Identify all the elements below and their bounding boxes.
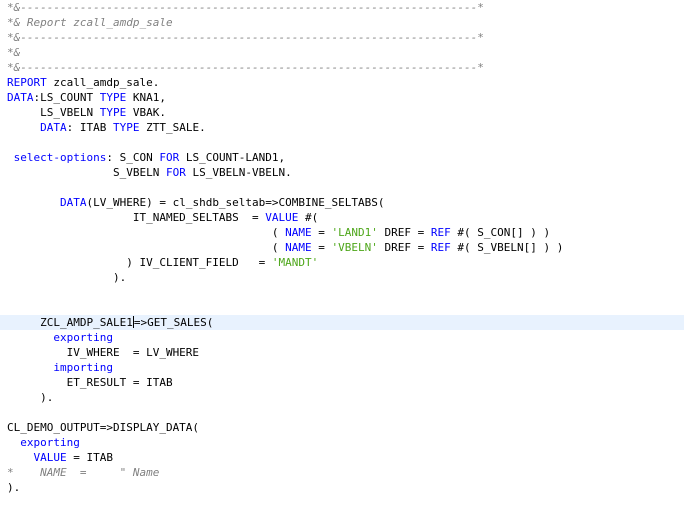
code-text: #( S_CON[] ) ) [450, 226, 551, 239]
comment: *& [7, 46, 21, 59]
keyword: FOR [159, 151, 180, 164]
code-text: ). [7, 481, 21, 494]
code-line[interactable]: ). [7, 270, 126, 285]
code-line[interactable]: *&--------------------------------------… [7, 30, 484, 45]
code-line[interactable]: REPORT zcall_amdp_sale. [7, 75, 159, 90]
string-literal: 'MANDT' [271, 256, 319, 269]
code-line[interactable]: ) IV_CLIENT_FIELD = 'MANDT' [7, 255, 318, 270]
keyword: exporting [20, 436, 80, 449]
keyword: VALUE [33, 451, 67, 464]
code-text: KNA1, [126, 91, 166, 104]
code-line[interactable]: ). [7, 480, 20, 495]
code-editor[interactable]: *&--------------------------------------… [0, 0, 684, 509]
comment: *& Report zcall_amdp_sale [7, 16, 173, 29]
code-text: (LV_WHERE) = cl_shdb_seltab=>COMBINE_SEL… [86, 196, 385, 209]
keyword: NAME [285, 241, 312, 254]
code-line[interactable]: VALUE = ITAB [7, 450, 113, 465]
keyword: exporting [53, 331, 113, 344]
code-line[interactable]: ET_RESULT = ITAB [7, 375, 173, 390]
keyword: select-options [13, 151, 107, 164]
code-text: zcall_amdp_sale. [46, 76, 160, 89]
code-text: : ITAB [66, 121, 113, 134]
comment: * NAME = " Name [7, 466, 160, 479]
code-line[interactable]: exporting [7, 330, 113, 345]
code-line[interactable]: DATA: ITAB TYPE ZTT_SALE. [7, 120, 206, 135]
code-line[interactable]: S_VBELN FOR LS_VBELN-VBELN. [7, 165, 292, 180]
keyword: importing [53, 361, 113, 374]
code-line[interactable]: exporting [7, 435, 80, 450]
code-text: LS_VBELN-VBELN. [185, 166, 292, 179]
code-line[interactable]: ( NAME = 'LAND1' DREF = REF #( S_CON[] )… [7, 225, 550, 240]
code-line[interactable]: IT_NAMED_SELTABS = VALUE #( [7, 210, 318, 225]
code-line[interactable]: * NAME = " Name [7, 465, 159, 480]
code-text: VBAK. [126, 106, 166, 119]
comment: *&--------------------------------------… [7, 31, 484, 44]
code-text: = [311, 241, 332, 254]
code-text: CL_DEMO_OUTPUT=>DISPLAY_DATA( [7, 421, 200, 434]
code-line[interactable]: *& Report zcall_amdp_sale [7, 15, 173, 30]
code-line[interactable]: DATA(LV_WHERE) = cl_shdb_seltab=>COMBINE… [7, 195, 385, 210]
string-literal: 'LAND1' [331, 226, 378, 239]
code-line[interactable]: IV_WHERE = LV_WHERE [7, 345, 199, 360]
code-text: ( [7, 226, 286, 239]
code-line[interactable]: *&--------------------------------------… [7, 0, 484, 15]
keyword: FOR [165, 166, 186, 179]
code-text: #( [298, 211, 319, 224]
code-line[interactable]: *& [7, 45, 20, 60]
keyword: VALUE [265, 211, 299, 224]
code-text: ). [7, 391, 54, 404]
comment: *&--------------------------------------… [7, 1, 484, 14]
code-text: ) IV_CLIENT_FIELD = [7, 256, 272, 269]
code-text: IT_NAMED_SELTABS = [7, 211, 266, 224]
code-text: : S_CON [106, 151, 160, 164]
code-line[interactable]: ). [7, 390, 53, 405]
code-line[interactable]: select-options: S_CON FOR LS_COUNT-LAND1… [7, 150, 286, 165]
code-line[interactable]: importing [7, 360, 113, 375]
string-literal: 'VBELN' [331, 241, 378, 254]
code-text: LS_VBELN [7, 106, 100, 119]
code-line[interactable]: LS_VBELN TYPE VBAK. [7, 105, 166, 120]
code-text: =>GET_SALES( [133, 316, 214, 329]
keyword: DATA [40, 121, 67, 134]
keyword: REF [430, 241, 451, 254]
code-text: DREF = [377, 226, 431, 239]
code-line[interactable]: ( NAME = 'VBELN' DREF = REF #( S_VBELN[]… [7, 240, 563, 255]
code-text: ZCL_AMDP_SALE1 [7, 316, 133, 329]
code-text: LS_COUNT-LAND1, [179, 151, 286, 164]
code-text: #( S_VBELN[] ) ) [450, 241, 564, 254]
keyword: REF [430, 226, 451, 239]
code-text: DREF = [377, 241, 431, 254]
keyword: DATA [59, 196, 87, 209]
code-line-current[interactable]: ZCL_AMDP_SALE1=>GET_SALES( [0, 315, 684, 330]
code-text: ZTT_SALE. [139, 121, 206, 134]
keyword: NAME [285, 226, 312, 239]
keyword: TYPE [99, 106, 127, 119]
keyword: REPORT [7, 76, 47, 89]
keyword: TYPE [112, 121, 140, 134]
code-text: ). [7, 271, 127, 284]
code-line[interactable]: CL_DEMO_OUTPUT=>DISPLAY_DATA( [7, 420, 199, 435]
code-text: ET_RESULT = ITAB [7, 376, 173, 389]
comment: *&--------------------------------------… [7, 61, 484, 74]
code-line[interactable]: *&--------------------------------------… [7, 60, 484, 75]
code-text: = [311, 226, 332, 239]
code-text: :LS_COUNT [33, 91, 100, 104]
code-text: = ITAB [66, 451, 113, 464]
keyword: TYPE [99, 91, 127, 104]
code-text: ( [7, 241, 286, 254]
code-line[interactable]: DATA:LS_COUNT TYPE KNA1, [7, 90, 166, 105]
code-text: IV_WHERE = LV_WHERE [7, 346, 200, 359]
code-text: S_VBELN [7, 166, 166, 179]
keyword: DATA [7, 91, 34, 104]
